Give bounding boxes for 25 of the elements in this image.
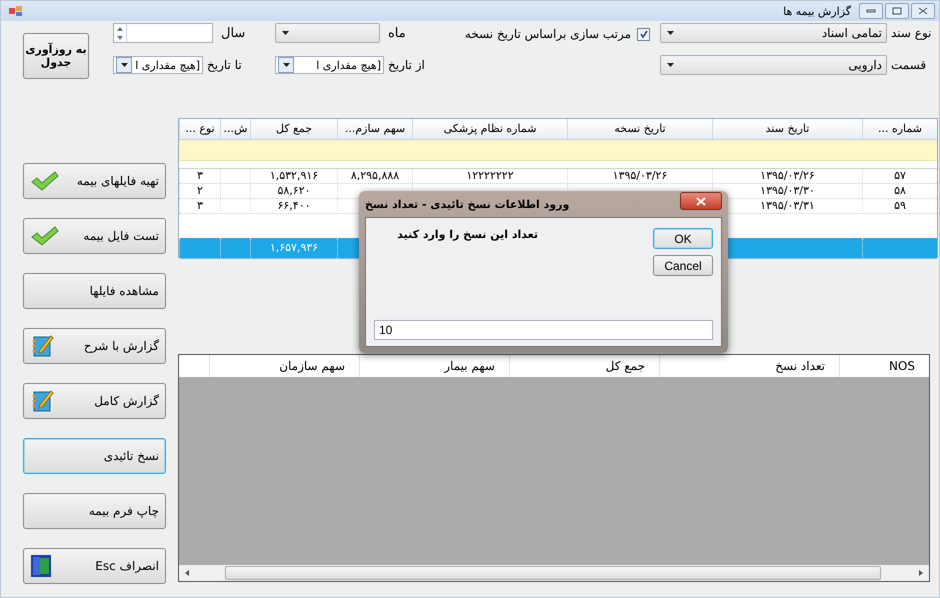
- table-cell: ۸,۲۹۵,۸۸۸: [350, 169, 400, 182]
- table-cell: ۶۶,۴۰۰: [277, 199, 311, 212]
- table-cell: ۳: [197, 169, 203, 182]
- dialog-title: ورود اطلاعات نسخ تائیدی - تعداد نسخ: [365, 198, 570, 210]
- table-cell: ۵۹: [894, 199, 906, 212]
- from-date-label: از تاریخ: [388, 58, 425, 72]
- table-cell: ۱۳۹۵/۰۳/۳۱: [760, 199, 815, 212]
- document-type-label: نوع سند: [891, 26, 932, 40]
- table-cell: ۱۳۹۵/۰۳/۳۰: [760, 184, 815, 197]
- section-label: قسمت: [891, 58, 926, 72]
- table-cell: ۱۳۹۵/۰۳/۲۶: [760, 169, 815, 182]
- table-cell: ۱۳۹۵/۰۳/۲۶: [612, 169, 668, 182]
- table-cell: ۲: [197, 184, 203, 197]
- month-label: ماه: [388, 26, 406, 40]
- table-cell: ۳: [197, 199, 203, 212]
- year-label: سال: [221, 26, 246, 40]
- total-cell: ۱,۶۵۷,۹۳۶: [270, 241, 318, 254]
- dialog-message: تعداد این نسخ را وارد کنید: [397, 228, 538, 243]
- window-title: گزارش بیمه ها: [783, 4, 851, 18]
- table-cell: ۱,۵۳۲,۹۱۶: [270, 169, 318, 182]
- table-cell: ۵۸,۶۲۰: [277, 184, 311, 197]
- table-cell: ۵۸: [894, 184, 906, 197]
- table-cell: ۱۲۲۲۲۲۲۲: [466, 169, 514, 182]
- to-date-label: تا تاریخ: [207, 58, 242, 72]
- table-cell: ۵۷: [894, 169, 906, 182]
